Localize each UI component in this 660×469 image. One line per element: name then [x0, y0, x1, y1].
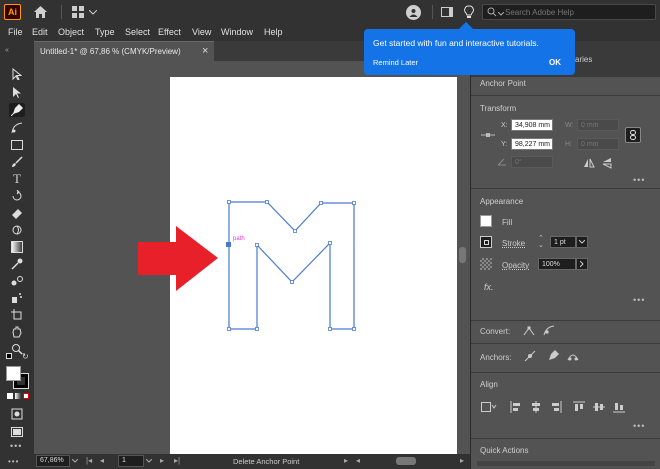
- properties-panel: aries Anchor Point Transform X: 34,908 m…: [470, 41, 660, 469]
- align-vertical-center-icon[interactable]: [592, 400, 606, 414]
- transform-more-options-icon[interactable]: •••: [633, 175, 645, 185]
- align-to-icon[interactable]: [480, 401, 498, 413]
- stroke-weight-stepper[interactable]: ⌃ ⌄: [538, 235, 548, 249]
- scroll-right-icon[interactable]: ▸: [460, 456, 464, 465]
- stroke-weight-field[interactable]: 1 pt: [550, 236, 576, 248]
- ok-button[interactable]: OK: [549, 58, 561, 67]
- path-smart-guide-label: path: [233, 236, 245, 242]
- first-artboard-icon[interactable]: |◂: [86, 456, 92, 465]
- cut-path-icon[interactable]: [566, 349, 580, 363]
- tutorial-tooltip: Get started with fun and interactive tut…: [364, 21, 575, 75]
- align-bottom-icon[interactable]: [612, 400, 626, 414]
- handles-icon[interactable]: [523, 349, 537, 363]
- align-more-options-icon[interactable]: •••: [633, 421, 645, 431]
- fill-label: Fill: [502, 218, 513, 227]
- y-label: Y:: [501, 141, 508, 148]
- w-label: W:: [565, 122, 574, 129]
- remind-later-button[interactable]: Remind Later: [373, 58, 418, 67]
- stroke-label[interactable]: Stroke: [502, 239, 525, 248]
- current-tool-status: Delete Anchor Point: [233, 457, 300, 466]
- m-letter-path[interactable]: [228, 201, 355, 330]
- horizontal-scrollbar-thumb[interactable]: [396, 457, 416, 465]
- panel-tab-fragment[interactable]: aries: [575, 55, 592, 64]
- divider: [471, 95, 660, 96]
- reference-point-icon[interactable]: [481, 128, 495, 142]
- fill-swatch[interactable]: [480, 215, 492, 227]
- y-position-field[interactable]: 98,227 mm: [511, 138, 553, 150]
- opacity-label[interactable]: Opacity: [502, 261, 529, 270]
- remove-anchor-icon[interactable]: [546, 349, 560, 363]
- tooltip-title: Get started with fun and interactive tut…: [373, 38, 539, 48]
- fx-effects-button[interactable]: fx.: [484, 282, 494, 292]
- align-horizontal-center-icon[interactable]: [529, 400, 543, 414]
- appearance-header: Appearance: [480, 197, 524, 206]
- opacity-icon: [480, 258, 492, 270]
- divider: [471, 438, 660, 439]
- divider: [471, 320, 660, 321]
- flip-vertical-icon[interactable]: [601, 157, 613, 169]
- align-right-icon[interactable]: [549, 400, 563, 414]
- scroll-left-icon[interactable]: ◂: [356, 456, 360, 465]
- panel-scrollbar[interactable]: [477, 461, 655, 466]
- chevron-down-icon[interactable]: [576, 236, 588, 248]
- convert-label: Convert:: [480, 327, 511, 336]
- stroke-swatch[interactable]: [480, 236, 492, 248]
- rotate-field[interactable]: 0°: [511, 156, 553, 168]
- fill-color-swatch[interactable]: [6, 366, 21, 381]
- constrain-proportions-icon[interactable]: [625, 127, 641, 143]
- previous-artboard-icon[interactable]: ◂: [100, 456, 104, 465]
- x-position-field[interactable]: 34,908 mm: [511, 119, 553, 131]
- divider: [471, 343, 660, 344]
- align-header: Align: [480, 380, 498, 389]
- chevron-right-icon[interactable]: [576, 258, 588, 270]
- align-top-icon[interactable]: [572, 400, 586, 414]
- anchor-points[interactable]: [227, 200, 356, 331]
- selected-anchor-point[interactable]: [226, 242, 231, 247]
- divider: [471, 372, 660, 373]
- height-field[interactable]: 0 mm: [577, 138, 619, 150]
- anchors-label: Anchors:: [480, 353, 512, 362]
- status-more-icon[interactable]: •••: [8, 457, 19, 466]
- status-menu-arrow-icon[interactable]: ▸: [344, 456, 348, 465]
- red-arrow: [138, 226, 218, 291]
- divider: [471, 188, 660, 189]
- last-artboard-icon[interactable]: ▸|: [174, 456, 180, 465]
- transform-header: Transform: [480, 104, 517, 113]
- convert-to-smooth-icon[interactable]: [542, 323, 556, 337]
- status-bar: ••• 67,86% |◂ ◂ 1 ▸ ▸| Delete Anchor Poi…: [0, 454, 470, 469]
- artboard-number-field[interactable]: 1: [118, 455, 144, 467]
- chevron-down-icon[interactable]: [71, 457, 79, 465]
- h-label: H:: [565, 141, 572, 148]
- chevron-down-icon[interactable]: [145, 457, 153, 465]
- angle-icon: [497, 158, 507, 168]
- opacity-field[interactable]: 100%: [538, 258, 576, 270]
- next-artboard-icon[interactable]: ▸: [160, 456, 164, 465]
- zoom-field[interactable]: 67,86%: [36, 455, 70, 467]
- anchor-point-header: Anchor Point: [480, 79, 526, 88]
- quick-actions-header: Quick Actions: [480, 446, 529, 455]
- x-label: X:: [501, 122, 508, 129]
- appearance-more-options-icon[interactable]: •••: [633, 295, 645, 305]
- width-field[interactable]: 0 mm: [577, 119, 619, 131]
- convert-to-corner-icon[interactable]: [522, 323, 536, 337]
- flip-horizontal-icon[interactable]: [583, 157, 595, 169]
- align-left-icon[interactable]: [509, 400, 523, 414]
